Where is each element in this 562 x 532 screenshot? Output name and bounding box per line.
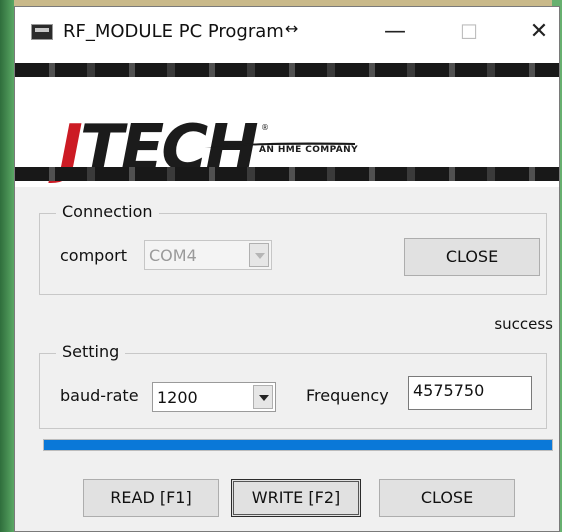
app-icon[interactable] — [31, 24, 53, 40]
jtech-logo: JTECH ® — [31, 85, 281, 181]
comport-label: comport — [60, 246, 127, 265]
frequency-input[interactable]: 4575750 — [408, 376, 532, 410]
chevron-down-icon[interactable] — [249, 243, 269, 267]
logo-registered-mark: ® — [261, 123, 269, 132]
maximize-button[interactable]: ☐ — [447, 15, 491, 49]
desktop-background-left — [0, 0, 14, 532]
chevron-down-icon[interactable] — [253, 385, 273, 409]
baud-rate-label: baud-rate — [60, 386, 139, 405]
frequency-label: Frequency — [306, 386, 389, 405]
status-text: success — [494, 315, 553, 333]
connection-group: Connection comport COM4 CLOSE — [39, 202, 547, 295]
progress-fill — [44, 440, 552, 450]
minimize-button[interactable]: — — [373, 15, 417, 49]
connection-group-label: Connection — [56, 202, 159, 221]
minimize-icon: — — [384, 19, 406, 44]
baud-rate-select[interactable]: 1200 — [152, 382, 276, 412]
app-window: RF_MODULE PC Program ↔ — ☐ ✕ JTECH ® AN … — [14, 6, 560, 532]
logo-tagline: AN HME COMPANY — [259, 145, 358, 155]
comport-select[interactable]: COM4 — [144, 240, 272, 270]
close-icon: ✕ — [529, 19, 549, 44]
maximize-icon: ☐ — [460, 20, 478, 44]
connection-close-button[interactable]: CLOSE — [404, 238, 540, 276]
resize-arrows-icon: ↔ — [285, 19, 299, 38]
window-title: RF_MODULE PC Program — [63, 21, 284, 42]
setting-group: Setting baud-rate 1200 Frequency 4575750 — [39, 342, 547, 429]
progress-bar — [43, 439, 553, 451]
frequency-value: 4575750 — [413, 381, 485, 400]
close-window-button[interactable]: ✕ — [517, 15, 559, 49]
title-bar[interactable]: RF_MODULE PC Program ↔ — ☐ ✕ — [15, 7, 559, 57]
setting-group-label: Setting — [56, 342, 126, 361]
comport-value: COM4 — [149, 246, 197, 265]
baud-rate-value: 1200 — [157, 388, 198, 407]
bottom-close-button[interactable]: CLOSE — [379, 479, 515, 517]
brand-banner: JTECH ® AN HME COMPANY — [15, 57, 559, 187]
banner-stripe-bottom — [15, 167, 559, 181]
write-button[interactable]: WRITE [F2] — [231, 479, 361, 517]
banner-stripe-top — [15, 63, 559, 77]
read-button[interactable]: READ [F1] — [83, 479, 219, 517]
